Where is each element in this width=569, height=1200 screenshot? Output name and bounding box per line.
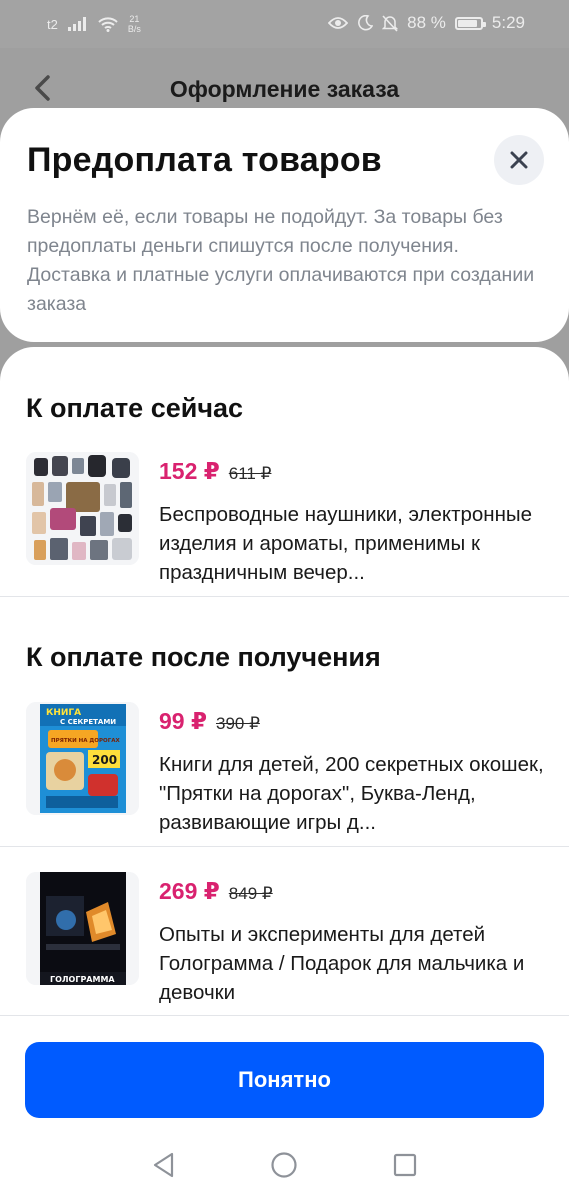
price-row: 152 ₽ 611 ₽ <box>159 458 271 485</box>
price: 269 ₽ <box>159 878 220 904</box>
product-image: КНИГА С СЕКРЕТАМИ ПРЯТКИ НА ДОРОГАХ 200 <box>26 702 139 815</box>
battery-icon <box>454 16 486 30</box>
old-price: 849 ₽ <box>228 884 273 903</box>
cover-title: ГОЛОГРАММА <box>50 975 115 984</box>
price: 99 ₽ <box>159 708 207 734</box>
old-price: 611 ₽ <box>228 464 272 483</box>
screen-title: Оформление заказа <box>169 76 400 102</box>
eye-icon <box>328 17 349 29</box>
status-bar: t2 21 B/s 88 % 5:29 <box>0 0 569 48</box>
product-image: ГОЛОГРАММА <box>26 872 139 985</box>
product-description: Книги для детей, 200 секретных окошек, "… <box>159 753 544 834</box>
book-cover-image: КНИГА С СЕКРЕТАМИ ПРЯТКИ НА ДОРОГАХ 200 <box>26 702 139 815</box>
sheet-description: Вернём её, если товары не подойдут. За т… <box>27 206 535 315</box>
ok-button[interactable]: Понятно <box>25 1042 544 1118</box>
bell-off-icon <box>382 14 399 32</box>
cover-subtitle: С СЕКРЕТАМИ <box>60 718 116 726</box>
square-recent-icon[interactable] <box>392 1152 418 1178</box>
payment-breakdown-card: К оплате сейчас 152 ₽ 611 ₽ Беспроводные… <box>0 347 569 1200</box>
system-nav-bar <box>0 1137 569 1200</box>
close-icon <box>510 151 528 169</box>
product-collage-image <box>26 452 139 565</box>
data-rate-unit: B/s <box>127 24 141 34</box>
price-row: 99 ₽ 390 ₽ <box>159 708 260 735</box>
wifi-icon <box>98 17 118 32</box>
status-right: 88 % 5:29 <box>328 13 525 33</box>
status-left: t2 21 B/s <box>47 14 141 34</box>
sheet-title: Предоплата товаров <box>27 141 382 179</box>
battery-level <box>457 19 477 27</box>
old-price: 390 ₽ <box>215 714 260 733</box>
cover-caption: ПРЯТКИ НА ДОРОГАХ <box>51 738 120 744</box>
close-button[interactable] <box>494 135 544 185</box>
moon-icon <box>358 15 374 31</box>
section-title-pay-later: К оплате после получения <box>26 642 381 672</box>
product-description: Опыты и эксперименты для детей Голограмм… <box>159 923 525 1004</box>
network-label: t2 <box>47 16 58 32</box>
divider <box>0 596 569 597</box>
data-rate-value: 21 <box>129 14 140 24</box>
product-image <box>26 452 139 565</box>
data-rate: 21 B/s <box>128 14 141 34</box>
product-description: Беспроводные наушники, электронные издел… <box>159 503 533 584</box>
clock: 5:29 <box>491 13 525 32</box>
signal-icon <box>67 17 86 31</box>
section-title-pay-now: К оплате сейчас <box>26 393 244 423</box>
divider <box>0 1015 569 1016</box>
price-row: 269 ₽ 849 ₽ <box>159 878 273 905</box>
triangle-back-icon[interactable] <box>150 1151 178 1179</box>
cover-title: КНИГА <box>46 708 81 718</box>
divider <box>0 846 569 847</box>
price: 152 ₽ <box>159 458 220 484</box>
prepayment-info-card: Предоплата товаров Вернём её, если товар… <box>0 108 569 342</box>
battery-percent: 88 % <box>407 13 446 32</box>
hologram-kit-image: ГОЛОГРАММА <box>26 872 139 985</box>
cover-count: 200 <box>92 753 117 767</box>
circle-home-icon[interactable] <box>270 1151 298 1179</box>
